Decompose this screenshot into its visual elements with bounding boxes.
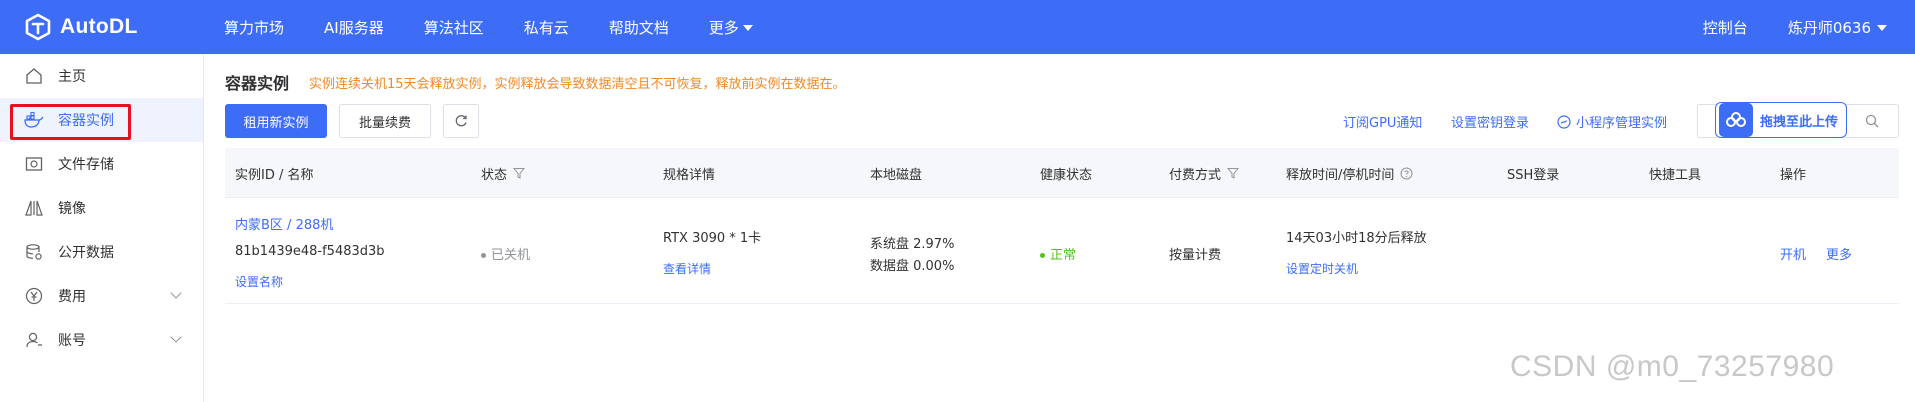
table-row: 内蒙B区 / 288机 81b1439e48-f5483d3b 设置名称 已关机… xyxy=(225,198,1899,304)
sidebar-item-label: 费用 xyxy=(58,289,86,305)
col-header-quick-tools: 快捷工具 xyxy=(1649,167,1702,183)
miniprogram-icon xyxy=(1557,114,1571,129)
sidebar-item-public-data[interactable]: 公开数据 xyxy=(0,230,203,274)
csdn-watermark: CSDN @m0_73257980 xyxy=(1510,350,1835,383)
col-header-health: 健康状态 xyxy=(1040,167,1093,183)
sidebar-item-account[interactable]: 账号 xyxy=(0,318,203,362)
image-icon xyxy=(24,198,44,218)
power-on-button[interactable]: 开机 xyxy=(1780,244,1806,263)
search-input[interactable] xyxy=(1697,104,1717,138)
refresh-button[interactable] xyxy=(443,104,479,138)
top-right-menu: 控制台 炼丹师0636 xyxy=(1663,0,1887,54)
sidebar-item-containers[interactable]: 容器实例 xyxy=(0,98,203,142)
sidebar-item-label: 主页 xyxy=(58,69,86,85)
drag-upload-widget[interactable]: 拖拽至此上传 xyxy=(1715,102,1847,138)
nav-algorithm-community[interactable]: 算法社区 xyxy=(424,17,484,38)
storage-icon xyxy=(24,154,44,174)
view-detail-link[interactable]: 查看详情 xyxy=(663,260,711,277)
release-countdown: 14天03小时18分后释放 xyxy=(1286,231,1427,246)
sidebar-item-home[interactable]: 主页 xyxy=(0,54,203,98)
col-header-status-label: 状态 xyxy=(481,167,508,183)
col-header-billing: 付费方式 xyxy=(1169,148,1240,198)
search-icon xyxy=(1865,114,1878,128)
set-name-link[interactable]: 设置名称 xyxy=(235,273,283,290)
sidebar-item-images[interactable]: 镜像 xyxy=(0,186,203,230)
nav-private-cloud[interactable]: 私有云 xyxy=(524,17,569,38)
autodl-logo-icon xyxy=(25,13,51,41)
system-disk-usage: 系统盘 2.97% xyxy=(870,237,955,252)
sidebar-item-label: 文件存储 xyxy=(58,157,114,173)
col-header-release-label: 释放时间/停机时间 xyxy=(1286,167,1395,183)
miniprogram-manage-label: 小程序管理实例 xyxy=(1576,116,1668,131)
nav-compute-market[interactable]: 算力市场 xyxy=(224,17,284,38)
refresh-icon xyxy=(455,115,467,127)
sidebar-item-label: 账号 xyxy=(58,333,86,349)
col-header-release-time: 释放时间/停机时间 xyxy=(1286,148,1413,198)
sidebar: 主页 容器实例 文件存储 镜像 公开数据 费用 账号 xyxy=(0,54,204,402)
nav-more-label: 更多 xyxy=(708,18,739,37)
container-icon xyxy=(24,110,44,130)
caret-down-icon xyxy=(742,25,753,31)
col-header-local-disk: 本地磁盘 xyxy=(870,167,923,183)
main-nav: 算力市场 AI服务器 算法社区 私有云 帮助文档 更多 xyxy=(224,0,793,54)
instance-region-link[interactable]: 内蒙B区 / 288机 xyxy=(235,214,333,233)
sidebar-item-label: 镜像 xyxy=(58,201,86,217)
status-badge: 已关机 xyxy=(481,244,530,263)
user-icon xyxy=(24,330,44,350)
billing-method: 按量计费 xyxy=(1169,248,1222,263)
brand-logo[interactable]: AutoDL xyxy=(24,12,138,42)
instance-id: 81b1439e48-f5483d3b xyxy=(235,244,385,259)
yen-icon xyxy=(24,286,44,306)
set-key-login-link[interactable]: 设置密钥登录 xyxy=(1451,112,1529,131)
username: 炼丹师0636 xyxy=(1787,18,1871,37)
col-header-status: 状态 xyxy=(481,148,526,198)
nav-more-dropdown[interactable]: 更多 xyxy=(709,17,753,38)
col-header-billing-label: 付费方式 xyxy=(1169,167,1222,183)
sidebar-item-label: 容器实例 xyxy=(58,113,114,129)
page-title: 容器实例 xyxy=(225,74,290,93)
sidebar-item-file-storage[interactable]: 文件存储 xyxy=(0,142,203,186)
subscribe-gpu-notice-link[interactable]: 订阅GPU通知 xyxy=(1343,112,1422,131)
filter-icon[interactable] xyxy=(1227,167,1240,179)
health-dot-icon xyxy=(1040,253,1045,258)
status-text: 已关机 xyxy=(491,248,531,263)
data-disk-usage: 数据盘 0.00% xyxy=(870,259,955,274)
brand-name: AutoDL xyxy=(60,15,138,38)
search-button[interactable] xyxy=(1845,104,1899,138)
more-actions-button[interactable]: 更多 xyxy=(1826,244,1852,263)
health-text: 正常 xyxy=(1050,248,1077,263)
release-warning-notice: 实例连续关机15天会释放实例，实例释放会导致数据清空且不可恢复，释放前实例在数据… xyxy=(309,77,846,92)
chevron-down-icon xyxy=(170,287,182,299)
col-header-spec: 规格详情 xyxy=(663,167,716,183)
help-circle-icon[interactable] xyxy=(1400,167,1413,180)
caret-down-icon xyxy=(1877,25,1887,31)
health-badge: 正常 xyxy=(1040,244,1076,263)
col-header-instance-id: 实例ID / 名称 xyxy=(235,167,314,183)
sidebar-item-billing[interactable]: 费用 xyxy=(0,274,203,318)
nav-help-docs[interactable]: 帮助文档 xyxy=(609,17,669,38)
set-timed-shutdown-link[interactable]: 设置定时关机 xyxy=(1286,260,1358,277)
nav-ai-server[interactable]: AI服务器 xyxy=(324,17,384,38)
instance-table-header: 实例ID / 名称 状态 规格详情 本地磁盘 健康状态 付费方式 释放时间/停机… xyxy=(225,148,1899,198)
user-menu[interactable]: 炼丹师0636 xyxy=(1788,17,1887,38)
database-icon xyxy=(24,242,44,262)
col-header-actions: 操作 xyxy=(1780,167,1807,183)
home-icon xyxy=(24,66,44,86)
chevron-down-icon xyxy=(170,331,182,343)
sidebar-item-label: 公开数据 xyxy=(58,245,114,261)
console-link[interactable]: 控制台 xyxy=(1703,17,1748,38)
status-dot-icon xyxy=(481,253,486,258)
col-header-ssh-login: SSH登录 xyxy=(1507,167,1560,183)
miniprogram-manage-link[interactable]: 小程序管理实例 xyxy=(1557,112,1667,131)
spec-text: RTX 3090 * 1卡 xyxy=(663,231,762,246)
cloud-upload-icon xyxy=(1719,103,1753,137)
top-navbar: AutoDL 算力市场 AI服务器 算法社区 私有云 帮助文档 更多 控制台 炼… xyxy=(0,0,1915,54)
filter-icon[interactable] xyxy=(513,167,526,179)
batch-renew-button[interactable]: 批量续费 xyxy=(339,104,431,138)
upload-label: 拖拽至此上传 xyxy=(1760,114,1839,130)
rent-new-instance-button[interactable]: 租用新实例 xyxy=(225,104,327,138)
